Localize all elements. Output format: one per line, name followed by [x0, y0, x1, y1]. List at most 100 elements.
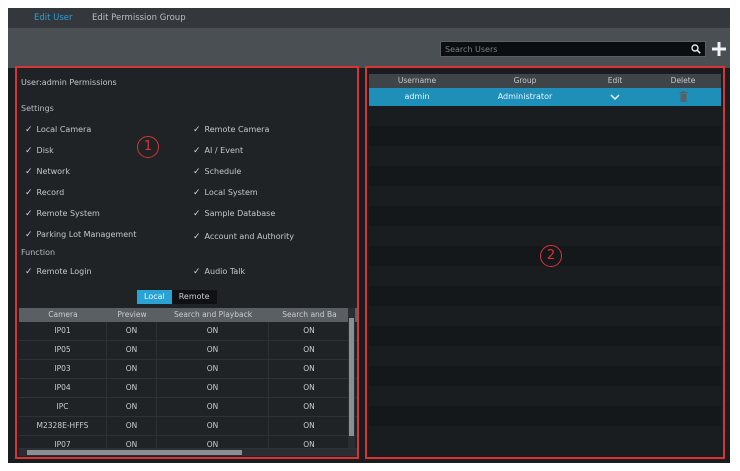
camera-cell: M2328E-HFFS [19, 417, 107, 435]
playback-cell[interactable]: ON [157, 398, 269, 416]
table-row[interactable]: IP05 ON ON ON [19, 341, 357, 360]
preview-cell[interactable]: ON [107, 341, 157, 359]
perm-label: Local System [204, 188, 258, 197]
checkmark-icon: ✓ [25, 125, 33, 135]
username-cell: admin [404, 92, 430, 101]
perm-label: Network [36, 167, 70, 176]
preview-cell[interactable]: ON [107, 436, 157, 448]
checkmark-icon: ✓ [193, 125, 201, 135]
perm-label: Remote System [36, 209, 100, 218]
playback-cell[interactable]: ON [157, 341, 269, 359]
perm-audio-talk: ✓ Audio Talk [193, 267, 245, 277]
local-remote-toggle: Local Remote [137, 290, 217, 304]
playback-cell[interactable]: ON [157, 417, 269, 435]
table-row[interactable]: IP04 ON ON ON [19, 379, 357, 398]
search-input[interactable] [445, 42, 675, 56]
perm-network: ✓ Network [25, 167, 70, 177]
column-header[interactable]: Camera [19, 308, 107, 322]
scrollbar-thumb[interactable] [27, 450, 242, 455]
perm-parking-lot-management: ✓ Parking Lot Management [25, 230, 136, 240]
table-row-empty [369, 366, 721, 386]
column-header[interactable]: Search and Ba [269, 308, 350, 322]
backup-cell[interactable]: ON [269, 417, 350, 435]
perm-label: Record [36, 188, 65, 197]
checkmark-icon: ✓ [193, 188, 201, 198]
column-header[interactable]: Delete [645, 74, 721, 88]
backup-cell[interactable]: ON [269, 341, 350, 359]
vertical-scrollbar[interactable] [348, 308, 355, 448]
perm-label: Sample Database [204, 209, 276, 218]
backup-cell[interactable]: ON [269, 360, 350, 378]
perm-label: Remote Login [36, 267, 92, 276]
edit-chevron-icon[interactable] [610, 93, 620, 101]
tab-bar: Edit User Edit Permission Group [8, 8, 730, 28]
app-window: Edit User Edit Permission Group User:adm… [8, 8, 730, 463]
search-box [440, 41, 706, 57]
column-header[interactable]: Username [369, 74, 465, 88]
tab-edit-permission-group[interactable]: Edit Permission Group [88, 11, 190, 25]
preview-cell[interactable]: ON [107, 417, 157, 435]
table-row[interactable]: IP03 ON ON ON [19, 360, 357, 379]
playback-cell[interactable]: ON [157, 379, 269, 397]
table-header: Camera Preview Search and Playback Searc… [19, 308, 357, 322]
table-row-empty [369, 326, 721, 346]
horizontal-scrollbar[interactable] [19, 449, 357, 456]
perm-label: Disk [36, 146, 54, 155]
column-header[interactable]: Group [465, 74, 585, 88]
tab-edit-user[interactable]: Edit User [30, 11, 77, 25]
perm-remote-login: ✓ Remote Login [25, 267, 92, 277]
table-row-empty [369, 166, 721, 186]
column-header[interactable]: Preview [107, 308, 157, 322]
camera-permission-table: Camera Preview Search and Playback Searc… [19, 308, 357, 449]
checkmark-icon: ✓ [25, 146, 33, 156]
perm-record: ✓ Record [25, 188, 64, 198]
perm-disk: ✓ Disk [25, 146, 54, 156]
checkmark-icon: ✓ [25, 188, 33, 198]
search-icon[interactable] [691, 44, 701, 54]
preview-cell[interactable]: ON [107, 398, 157, 416]
camera-cell: IP01 [19, 322, 107, 340]
playback-cell[interactable]: ON [157, 436, 269, 448]
preview-cell[interactable]: ON [107, 322, 157, 340]
table-row[interactable]: IP07 ON ON ON [19, 436, 357, 449]
checkmark-icon: ✓ [25, 230, 33, 240]
preview-cell[interactable]: ON [107, 360, 157, 378]
perm-label: Account and Authority [204, 232, 295, 241]
checkmark-icon: ✓ [193, 267, 201, 277]
backup-cell[interactable]: ON [269, 379, 350, 397]
user-row-selected[interactable]: admin Administrator [369, 88, 721, 106]
edit-cell [585, 88, 645, 106]
trash-icon[interactable] [679, 91, 688, 102]
backup-cell[interactable]: ON [269, 436, 350, 448]
perm-sample-database: ✓ Sample Database [193, 209, 275, 219]
backup-cell[interactable]: ON [269, 398, 350, 416]
playback-cell[interactable]: ON [157, 322, 269, 340]
playback-cell[interactable]: ON [157, 360, 269, 378]
perm-label: Remote Camera [204, 125, 270, 134]
perm-remote-camera: ✓ Remote Camera [193, 125, 269, 135]
checkmark-icon: ✓ [193, 146, 201, 156]
function-section-label: Function [21, 248, 56, 257]
perm-schedule: ✓ Schedule [193, 167, 241, 177]
local-button[interactable]: Local [137, 290, 172, 304]
column-header[interactable]: Edit [585, 74, 645, 88]
preview-cell[interactable]: ON [107, 379, 157, 397]
column-header[interactable]: Search and Playback [157, 308, 269, 322]
perm-local-system: ✓ Local System [193, 188, 258, 198]
backup-cell[interactable]: ON [269, 322, 350, 340]
table-row[interactable]: M2328E-HFFS ON ON ON [19, 417, 357, 436]
camera-cell: IP04 [19, 379, 107, 397]
permissions-panel: User:admin Permissions Settings ✓ Local C… [15, 66, 359, 459]
add-user-icon[interactable] [711, 41, 727, 57]
settings-section-label: Settings [21, 104, 54, 113]
scrollbar-thumb[interactable] [349, 318, 354, 436]
permissions-title: User:admin Permissions [21, 78, 117, 87]
perm-ai-event: ✓ AI / Event [193, 146, 243, 156]
remote-button[interactable]: Remote [171, 290, 217, 304]
perm-label: AI / Event [204, 146, 244, 155]
camera-cell: IP05 [19, 341, 107, 359]
table-row[interactable]: IP01 ON ON ON [19, 322, 357, 341]
perm-label: Local Camera [36, 125, 92, 134]
table-row-empty [369, 206, 721, 226]
table-row[interactable]: IPC ON ON ON [19, 398, 357, 417]
